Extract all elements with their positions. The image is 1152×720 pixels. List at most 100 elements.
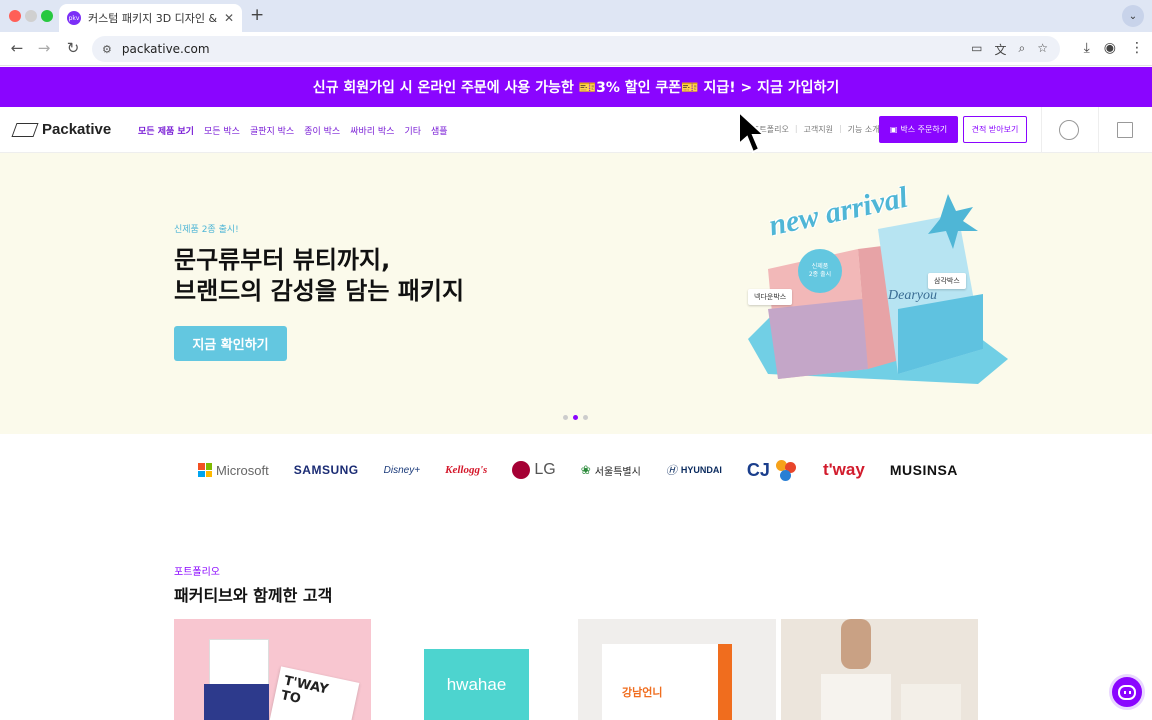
portfolio-card-hwahae[interactable]: hwahae [376,619,573,720]
separator: | [838,124,842,133]
nav-paper-box[interactable]: 종이 박스 [304,124,340,137]
client-logos: Microsoft SAMSUNG Disney+ Kellogg's LG ❀… [198,452,958,488]
site-info-icon[interactable]: ⚙ [102,43,112,56]
circle-label-1: 신제품 [811,263,829,270]
card-package-blue [204,684,269,720]
site-header: Packative 모든 제품 보기 모든 박스 골판지 박스 종이 박스 싸바… [0,107,1152,153]
logo-microsoft: Microsoft [198,463,269,478]
util-support[interactable]: 고객지원 [804,124,833,135]
tab-title: 커스텀 패키지 3D 디자인 & 제작, 팩커티브 [88,12,218,25]
hyundai-h-icon: Ⓗ [665,465,677,477]
zoom-icon[interactable]: ⌕ [1019,41,1026,58]
card-caption: hwahae [424,649,529,720]
menu-kebab-icon[interactable]: ⋮ [1130,40,1144,56]
get-quote-label: 견적 받아보기 [971,125,1019,134]
separator: | [794,124,798,133]
new-tab-icon[interactable]: + [250,5,264,25]
cast-icon[interactable]: ▭ [971,41,982,58]
address-bar[interactable]: ⚙ packative.com ▭ 文 ⌕ ☆ [92,36,1060,62]
hero-cta-button[interactable]: 지금 확인하기 [174,326,287,361]
reload-icon[interactable]: ↻ [63,39,83,57]
get-quote-button[interactable]: 견적 받아보기 [963,116,1027,143]
card-bag-large [821,674,891,720]
portfolio-card-tway[interactable]: T'WAY TO [174,619,371,720]
card-bag-small [901,684,961,720]
bookmark-star-icon[interactable]: ☆ [1037,41,1048,58]
divider [1098,107,1099,153]
url-text: packative.com [121,42,210,56]
tag-right: 삼각박스 [928,273,966,289]
nav-all-products[interactable]: 모든 제품 보기 [138,124,194,137]
forward-icon[interactable]: → [34,39,54,57]
hero-product-image: Dearyou new arrival 신제품 2종 출시 넥다운박스 삼각박스 [738,181,1018,394]
circle-label-2: 2종 출시 [808,271,832,278]
logo-cj: CJ [747,458,798,482]
promo-banner[interactable]: 신규 회원가입 시 온라인 주문에 사용 가능한 🎫3% 할인 쿠폰🎫 지급! … [0,67,1152,107]
cj-petals-icon [774,458,798,482]
nav-etc[interactable]: 기타 [404,124,421,137]
mouse-cursor-icon [738,110,767,154]
order-box-button[interactable]: ▣ 박스 주문하기 [879,116,958,143]
lg-circle-icon [512,461,531,479]
portfolio-label: 포트폴리오 [174,567,220,578]
card-hand [841,619,871,669]
download-icon[interactable]: ⤓ [1084,40,1090,56]
translate-icon[interactable]: 文 [994,41,1006,58]
minimize-window-button[interactable] [25,10,37,22]
microsoft-icon [198,463,212,477]
close-tab-icon[interactable]: ✕ [224,11,234,25]
close-window-button[interactable] [9,10,21,22]
nav-sample[interactable]: 샘플 [431,124,448,137]
site-logo[interactable]: Packative [11,121,112,138]
promo-text: 신규 회원가입 시 온라인 주문에 사용 가능한 🎫3% 할인 쿠폰🎫 지급! … [312,80,840,96]
logo-kelloggs: Kellogg's [445,464,488,476]
card-caption: 강남언니 [622,686,663,699]
chat-icon [1118,684,1136,700]
logo-musinsa: MUSINSA [889,462,958,478]
main-nav: 모든 제품 보기 모든 박스 골판지 박스 종이 박스 싸바리 박스 기타 샘플 [138,124,448,137]
cart-bag-icon[interactable] [1117,122,1133,138]
util-features[interactable]: 기능 소개 [848,124,880,135]
seoul-symbol-icon: ❀ [580,463,591,477]
order-box-label: 박스 주문하기 [900,125,948,134]
browser-toolbar: ← → ↻ ⚙ packative.com ▭ 文 ⌕ ☆ ⤓ ◉ ⋮ [0,32,1152,66]
maximize-window-button[interactable] [41,10,53,22]
portfolio-card-bags[interactable] [781,619,978,720]
portfolio-card-gangnam[interactable]: 강남언니 [578,619,776,720]
chat-support-button[interactable] [1109,674,1145,710]
user-account-icon[interactable] [1059,120,1079,140]
logo-box-icon [11,122,39,137]
hero-title-line1: 문구류부터 뷰티까지, [174,246,391,274]
profile-icon[interactable]: ◉ [1104,40,1116,56]
logo-hyundai: Ⓗ HYUNDAI [666,462,722,478]
tab-search-icon[interactable]: ⌄ [1122,5,1144,27]
hero-title: 문구류부터 뷰티까지, 브랜드의 감성을 담는 패키지 [174,245,464,307]
favicon-icon: pkv [67,11,81,25]
nav-rigid-box[interactable]: 싸바리 박스 [350,124,394,137]
browser-tab[interactable]: pkv 커스텀 패키지 3D 디자인 & 제작, 팩커티브 ✕ [59,4,242,32]
card-shopping-bag: 강남언니 [602,644,732,720]
new-product-circle: 신제품 2종 출시 [798,249,842,293]
box-brand-text: Dearyou [887,288,937,303]
card-caption: T'WAY TO [268,666,360,720]
nav-all-boxes[interactable]: 모든 박스 [204,124,240,137]
box-icon: ▣ [889,125,898,134]
nav-corrugated-box[interactable]: 골판지 박스 [250,124,294,137]
back-icon[interactable]: ← [7,39,27,57]
logo-text: Packative [42,121,112,138]
carousel-dots [563,415,588,420]
divider [1041,107,1042,153]
portfolio-title: 패커티브와 함께한 고객 [174,586,333,605]
logo-samsung: SAMSUNG [293,463,359,477]
hero-badge: 신제품 2종 출시! [174,225,239,235]
carousel-dot[interactable] [583,415,588,420]
logo-lg: LG [512,461,556,479]
carousel-dot-active[interactable] [573,415,578,420]
carousel-dot[interactable] [563,415,568,420]
hero-title-line2: 브랜드의 감성을 담는 패키지 [174,277,465,305]
hero-banner: 신제품 2종 출시! 문구류부터 뷰티까지, 브랜드의 감성을 담는 패키지 지… [0,153,1152,434]
browser-tab-bar: pkv 커스텀 패키지 3D 디자인 & 제작, 팩커티브 ✕ + ⌄ [0,0,1152,32]
logo-tway: t'way [822,460,865,479]
logo-seoul: ❀ 서울특별시 [580,463,641,478]
tag-left: 넥다운박스 [748,289,793,305]
